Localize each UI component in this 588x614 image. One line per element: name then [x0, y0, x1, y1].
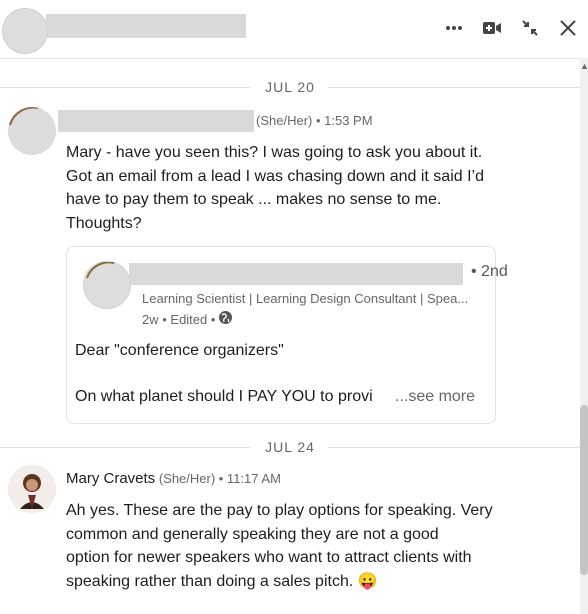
sender-avatar[interactable] [8, 107, 56, 155]
contact-avatar[interactable] [2, 8, 48, 54]
chat-header [0, 0, 588, 59]
sender-name-redacted[interactable] [58, 110, 254, 132]
post-author-headline: Learning Scientist | Learning Design Con… [142, 291, 469, 306]
post-author-avatar[interactable] [83, 261, 131, 309]
sender-avatar[interactable] [8, 465, 56, 513]
sender-name[interactable]: Mary Cravets [66, 470, 155, 487]
message-body: Mary - have you seen this? I was going t… [66, 141, 484, 235]
date-divider: JUL 24 [0, 437, 580, 457]
message-line: option for newer speakers who want to at… [66, 549, 472, 566]
post-time: 2w • Edited • [142, 310, 233, 328]
message-line: Got an email from a lead I was chasing d… [66, 167, 484, 185]
close-icon[interactable] [556, 16, 580, 40]
pronouns-time: (She/Her) • 11:17 AM [158, 471, 281, 486]
date-divider: JUL 20 [0, 77, 580, 97]
date-divider-label: JUL 20 [265, 79, 315, 95]
message-line: Mary - have you seen this? I was going t… [66, 144, 483, 161]
post-author-name-redacted[interactable] [129, 263, 463, 285]
more-icon[interactable] [442, 16, 466, 40]
message-line: Thoughts? [66, 214, 142, 232]
message-line: speaking rather than doing a sales pitch… [66, 572, 378, 590]
post-body-line: Dear "conference organizers" [75, 342, 284, 359]
date-divider-label: JUL 24 [265, 439, 315, 455]
message-meta: (She/Her) • 1:53 PM [256, 113, 373, 128]
message-line: common and generally speaking they are n… [66, 525, 439, 543]
scrollbar-thumb[interactable] [580, 405, 588, 575]
minimize-icon[interactable] [518, 16, 542, 40]
see-more-link[interactable]: ...see more [395, 388, 475, 406]
scroll-up-arrow[interactable]: ▲ [580, 60, 588, 72]
header-actions [442, 16, 580, 40]
globe-icon [218, 310, 233, 328]
message-meta: Mary Cravets (She/Her) • 11:17 AM [66, 470, 281, 487]
connection-degree: • 2nd [471, 263, 508, 280]
message-body: Ah yes. These are the pay to play option… [66, 499, 493, 593]
message-line: Ah yes. These are the pay to play option… [66, 502, 493, 519]
post-body-line: On what planet should I PAY YOU to provi [75, 388, 373, 405]
shared-post-card[interactable]: • 2nd Learning Scientist | Learning Desi… [66, 246, 508, 424]
message-line: have to pay them to speak ... makes no s… [66, 191, 442, 208]
post-time-text: 2w • Edited • [142, 311, 216, 327]
video-icon[interactable] [480, 16, 504, 40]
contact-name-redacted[interactable] [46, 14, 246, 38]
